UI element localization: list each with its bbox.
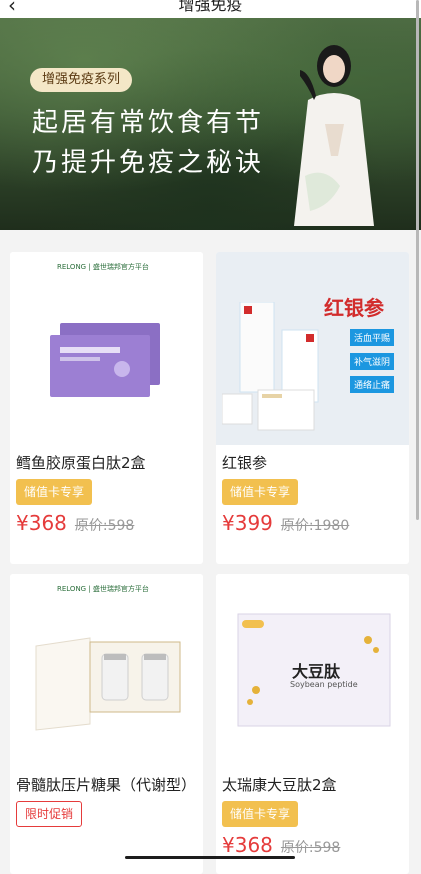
product-image: 大豆肽 Soybean peptide [216, 574, 409, 767]
scrollbar[interactable] [416, 0, 419, 520]
product-box-graphic [35, 637, 181, 731]
current-price: ¥368 [16, 511, 67, 535]
home-indicator [125, 856, 295, 859]
product-name: 鳕鱼胶原蛋白肽2盒 [16, 454, 146, 472]
promo-badge: 限时促销 [16, 801, 83, 827]
image-label: 补气滋阴 [350, 353, 395, 370]
product-name: 太瑞康大豆肽2盒 [222, 776, 337, 794]
brand-label: RELONG | 盛世瑞邦官方平台 [57, 263, 149, 271]
banner-model-image [294, 45, 374, 226]
product-card[interactable]: RELONG | 盛世瑞邦官方平台 骨髓肽压片糖果（代谢型） 限时促销 [10, 574, 203, 874]
product-card[interactable]: 大豆肽 Soybean peptide 太瑞康大豆肽2盒 储值卡专享 ¥368 原… [216, 574, 409, 874]
member-badge: 储值卡专享 [16, 479, 93, 505]
original-price: 原价:1980 [280, 518, 350, 534]
image-label: 通络止痛 [350, 376, 395, 393]
current-price: ¥399 [222, 511, 273, 535]
top-bar: ‹ 增强免疫 [0, 0, 421, 18]
price: ¥399 原价:1980 [222, 511, 403, 535]
product-name: 红银参 [222, 454, 268, 472]
product-image: 红银参 活血平赐 补气滋阴 通络止痛 [216, 252, 409, 445]
member-badge: 储值卡专享 [222, 479, 299, 505]
brand-label: RELONG | 盛世瑞邦官方平台 [57, 585, 149, 593]
image-subtitle: Soybean peptide [290, 680, 358, 689]
current-price: ¥368 [222, 833, 273, 857]
product-name: 骨髓肽压片糖果（代谢型） [16, 776, 197, 794]
price: ¥368 原价:598 [16, 511, 197, 535]
banner[interactable]: 增强免疫系列 起居有常饮食有节 乃提升免疫之秘诀 [0, 18, 421, 230]
banner-headline-2: 乃提升免疫之秘诀 [32, 148, 265, 178]
page-title: 增强免疫 [178, 0, 243, 14]
product-image: RELONG | 盛世瑞邦官方平台 [10, 574, 203, 767]
product-card[interactable]: RELONG | 盛世瑞邦官方平台 鳕鱼胶原蛋白肽2盒 储值卡专享 ¥368 原价… [10, 252, 203, 564]
original-price: 原价:598 [74, 518, 135, 534]
product-box-graphic [222, 302, 319, 431]
member-badge: 储值卡专享 [222, 801, 299, 827]
banner-headline-1: 起居有常饮食有节 [32, 108, 265, 138]
product-image: RELONG | 盛世瑞邦官方平台 [10, 252, 203, 445]
image-label: 活血平赐 [350, 329, 395, 346]
banner-tag: 增强免疫系列 [30, 68, 133, 92]
product-card[interactable]: 红银参 活血平赐 补气滋阴 通络止痛 红银参 储值卡专享 ¥399 原价:1980 [216, 252, 409, 564]
price: ¥368 原价:598 [222, 833, 403, 857]
original-price: 原价:598 [280, 840, 341, 856]
image-title: 大豆肽 [292, 662, 341, 681]
product-box-graphic [50, 323, 160, 397]
